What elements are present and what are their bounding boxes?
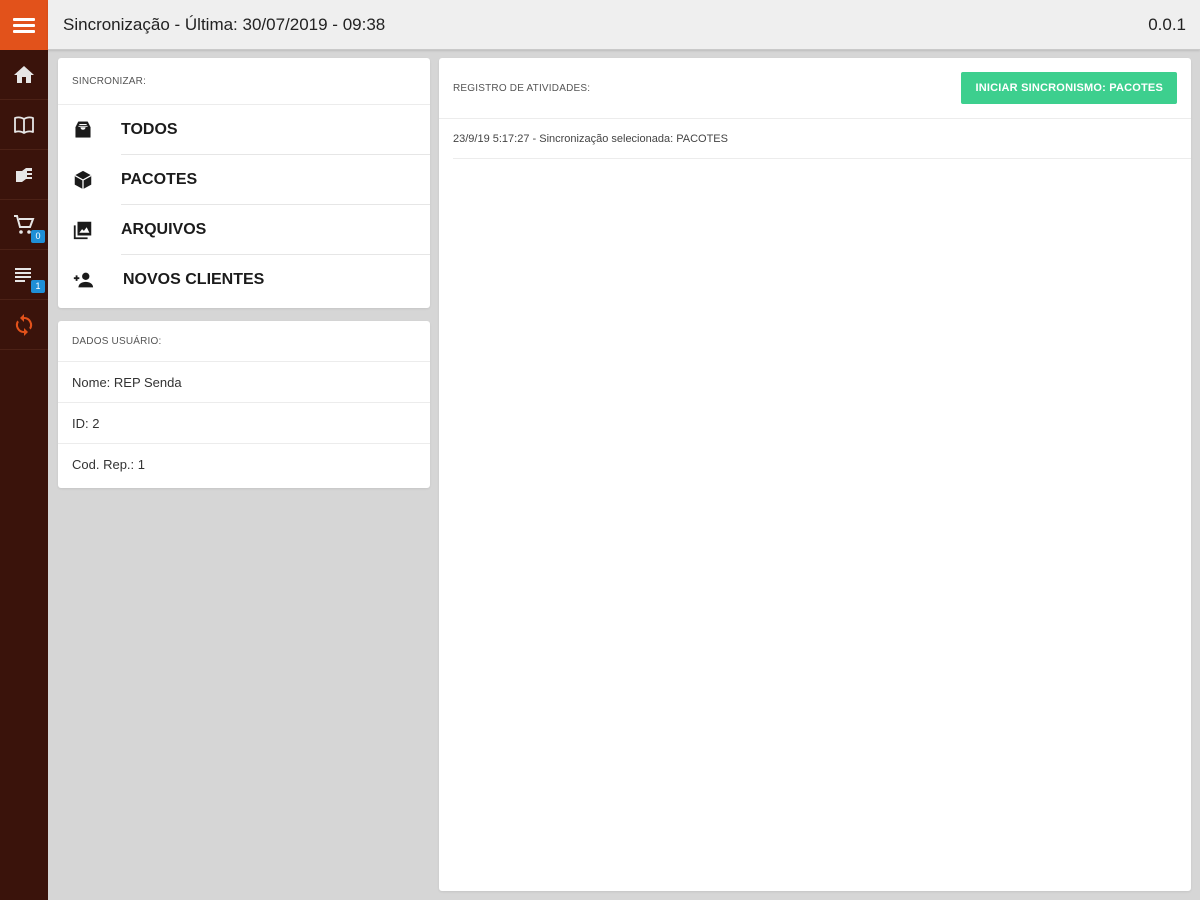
image-icon (73, 221, 92, 240)
home-icon (14, 65, 34, 83)
topbar: Sincronização - Última: 30/07/2019 - 09:… (48, 0, 1200, 50)
sync-option-label: NOVOS CLIENTES (123, 271, 265, 288)
log-header-label: REGISTRO DE ATIVIDADES: (453, 82, 591, 94)
user-name: Nome: REP Senda (58, 362, 430, 403)
user-rep-code: Cod. Rep.: 1 (72, 457, 145, 472)
package-icon (74, 170, 92, 190)
sync-card-header: SINCRONIZAR: (58, 58, 430, 105)
sidebar-item-cart[interactable]: 0 (0, 200, 48, 250)
sidebar: 0 1 (0, 0, 48, 900)
sync-options-card: SINCRONIZAR: TODOS PACOTES ARQUIVOS NOVO… (58, 58, 430, 308)
log-entry: 23/9/19 5:17:27 - Sincronização selecion… (453, 119, 1191, 159)
sidebar-item-home[interactable] (0, 50, 48, 100)
sync-icon (15, 313, 33, 336)
page-title: Sincronização - Última: 30/07/2019 - 09:… (63, 15, 386, 34)
user-card-header: DADOS USUÁRIO: (58, 321, 430, 362)
user-data-card: DADOS USUÁRIO: Nome: REP Senda ID: 2 Cod… (58, 321, 430, 488)
sync-option-label: ARQUIVOS (121, 221, 207, 238)
log-card-header: REGISTRO DE ATIVIDADES: INICIAR SINCRONI… (439, 58, 1191, 119)
hamburger-icon (13, 15, 35, 36)
user-id: ID: 2 (58, 403, 430, 444)
sync-option-arquivos[interactable]: ARQUIVOS (58, 205, 430, 255)
inbox-icon (75, 121, 91, 138)
sync-option-todos[interactable]: TODOS (58, 105, 430, 155)
book-icon (14, 115, 34, 134)
sync-option-label: PACOTES (121, 171, 198, 188)
sidebar-item-sync[interactable] (0, 300, 48, 350)
sync-option-pacotes[interactable]: PACOTES (58, 155, 430, 205)
app-version: 0.0.1 (1148, 15, 1186, 34)
cart-badge: 0 (31, 230, 45, 243)
sidebar-item-catalog[interactable] (0, 100, 48, 150)
sync-option-novos-clientes[interactable]: NOVOS CLIENTES (58, 255, 430, 305)
menu-button[interactable] (0, 0, 48, 50)
sync-option-label: TODOS (121, 121, 178, 138)
catalog-icon (16, 167, 32, 182)
person-add-icon (73, 272, 94, 288)
orders-badge: 1 (31, 280, 45, 293)
sidebar-item-orders[interactable]: 1 (0, 250, 48, 300)
start-sync-button[interactable]: INICIAR SINCRONISMO: PACOTES (961, 72, 1177, 104)
sidebar-item-products[interactable] (0, 150, 48, 200)
activity-log-card: REGISTRO DE ATIVIDADES: INICIAR SINCRONI… (439, 58, 1191, 891)
